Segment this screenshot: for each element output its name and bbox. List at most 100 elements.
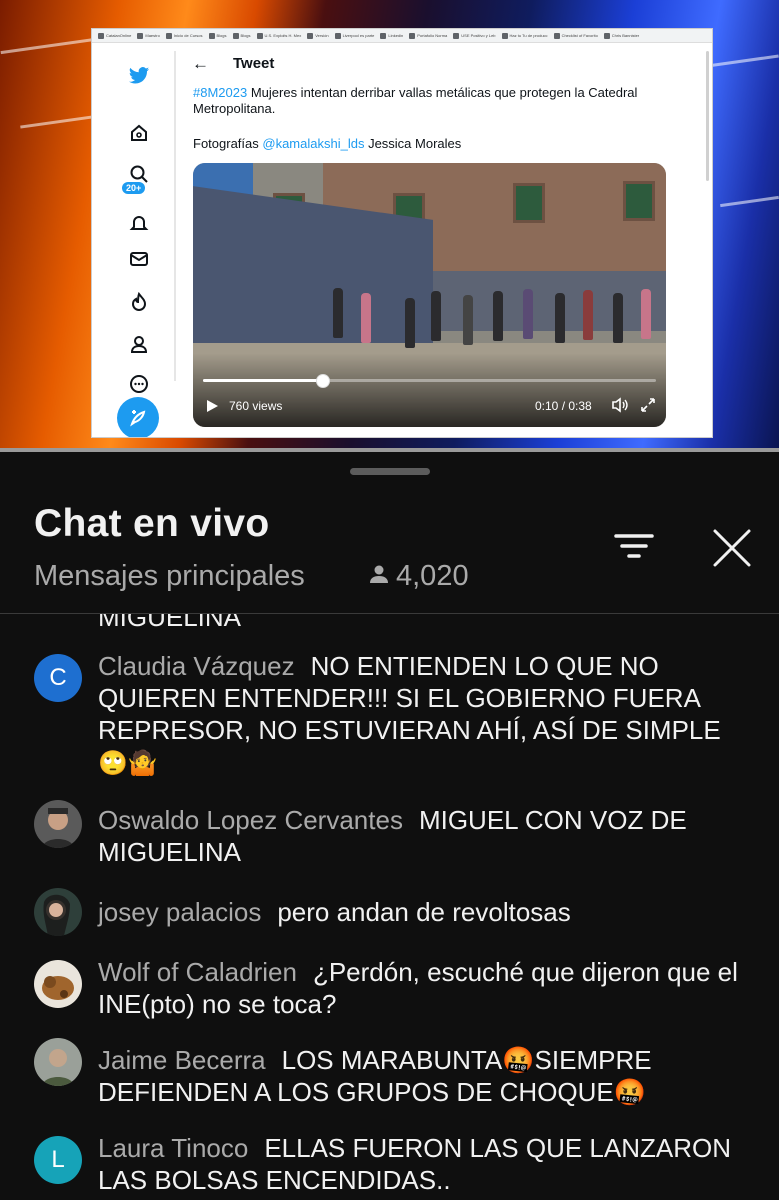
bookmark-favicon-icon	[307, 32, 314, 39]
bookmark-favicon-icon	[380, 32, 387, 39]
video-time: 0:10 / 0:38	[535, 399, 592, 413]
building-window	[623, 181, 655, 221]
back-arrow-icon: ←	[192, 54, 209, 73]
tweet-credit: Fotografías @kamalakshi_lds Jessica Mora…	[193, 136, 461, 151]
building-window	[513, 183, 545, 223]
avatar[interactable]: C	[34, 654, 82, 702]
bookmark-item: Haz tu Tu de producc	[501, 32, 548, 39]
avatar-letter: L	[51, 1146, 65, 1173]
bookmark-item: Blogs	[208, 32, 227, 39]
author-name[interactable]: Oswaldo Lopez Cervantes	[98, 805, 403, 835]
message-body: Wolf of Caladrien ¿Perdón, escuché que di…	[98, 956, 748, 1020]
author-name[interactable]: josey palacios	[98, 897, 261, 927]
message-body: josey palacios pero andan de revoltosas	[98, 896, 748, 928]
avatar[interactable]	[34, 1038, 82, 1086]
background-streak	[720, 195, 779, 208]
protester	[641, 289, 651, 339]
live-chat-panel: Chat en vivo Mensajes principales 4,020 …	[0, 452, 779, 1200]
bookmark-label: Inicio de Cursos	[173, 33, 203, 38]
bookmark-label: Maestro	[145, 33, 160, 38]
play-icon	[205, 399, 219, 418]
bookmark-favicon-icon	[256, 32, 263, 39]
bookmark-favicon-icon	[165, 32, 172, 39]
message-body: Oswaldo Lopez Cervantes MIGUEL CON VOZ DE…	[98, 804, 748, 868]
twitter-logo-icon	[128, 65, 150, 87]
author-name[interactable]: Jaime Becerra	[98, 1045, 266, 1075]
bookmark-item: Chris Bannister	[603, 32, 640, 39]
message-body: Claudia Vázquez NO ENTIENDEN LO QUE NO QU…	[98, 650, 748, 779]
message-body: Laura Tinoco ELLAS FUERON LAS QUE LANZARO…	[98, 1132, 748, 1196]
bookmark-label: Blogs	[240, 33, 251, 38]
bookmarks-bar: CatalanOnline Maestro Inicio de Cursos Blog…	[92, 29, 712, 43]
bookmark-favicon-icon	[409, 32, 416, 39]
bookmark-label: U.S. Exploits H. Mex	[264, 33, 302, 38]
volume-icon	[611, 397, 629, 418]
topics-icon	[128, 291, 150, 313]
chat-mode-selector[interactable]: Mensajes principales	[34, 560, 305, 593]
cut-off-message: MIGUELINA	[98, 614, 242, 632]
close-button[interactable]	[710, 526, 754, 570]
viewer-count-value: 4,020	[396, 560, 469, 592]
author-name[interactable]: Wolf of Caladrien	[98, 957, 297, 987]
compose-tweet-icon	[117, 397, 159, 437]
filter-button[interactable]	[612, 526, 656, 570]
protester	[333, 288, 343, 338]
messages-icon	[128, 248, 150, 270]
avatar[interactable]	[34, 960, 82, 1008]
tweet-header-title: Tweet	[233, 55, 275, 72]
chat-title: Chat en vivo	[34, 502, 270, 545]
avatar[interactable]	[34, 800, 82, 848]
author-name[interactable]: Laura Tinoco	[98, 1133, 248, 1163]
author-name[interactable]: Claudia Vázquez	[98, 651, 295, 681]
tweet-video-progress-fill	[203, 379, 323, 382]
video-player[interactable]: CatalanOnline Maestro Inicio de Cursos Blog…	[0, 0, 779, 452]
view-count: 760 views	[229, 399, 283, 413]
bookmark-label: Chris Bannister	[611, 33, 640, 38]
profile-icon	[128, 333, 150, 355]
protester	[431, 291, 441, 341]
bookmark-favicon-icon	[98, 32, 104, 39]
bookmark-label: Linkedin	[388, 33, 404, 38]
protester	[405, 298, 415, 348]
bookmark-item: Portafolio Norma	[409, 32, 447, 39]
viewer-count: 4,020	[368, 560, 469, 593]
bookmark-item: Liverpool es parte	[334, 32, 375, 39]
bookmark-item: USE Positivo y Leb	[453, 32, 496, 39]
avatar[interactable]: L	[34, 1136, 82, 1184]
bookmark-favicon-icon	[603, 32, 610, 39]
tweet-body: Mujeres intentan derribar vallas metálic…	[193, 85, 638, 116]
avatar-letter: C	[49, 664, 67, 691]
more-icon	[128, 373, 150, 395]
twitter-sidebar	[114, 49, 164, 437]
protester	[583, 290, 593, 340]
drag-handle[interactable]	[350, 468, 430, 475]
chat-message-list[interactable]: MIGUELINA C Claudia Vázquez NO ENTIENDEN …	[0, 614, 779, 1200]
avatar[interactable]	[34, 888, 82, 936]
sidebar-scrollbar	[174, 51, 176, 381]
notification-badge: 20+	[122, 182, 146, 194]
notifications-icon	[128, 212, 150, 234]
filter-icon	[614, 534, 654, 558]
bookmark-item: Blogs	[232, 32, 251, 39]
person-icon	[368, 560, 390, 593]
protester	[493, 291, 503, 341]
tweet-text: #8M2023 Mujeres intentan derribar vallas…	[193, 85, 663, 117]
bookmark-label: USE Positivo y Leb	[461, 33, 496, 38]
protester	[523, 289, 533, 339]
tweet-video: 760 views 0:10 / 0:38	[193, 163, 666, 427]
bookmark-label: Haz tu Tu de producc	[509, 33, 548, 38]
credit-prefix: Fotografías	[193, 136, 263, 151]
bookmark-item: Linkedin	[380, 32, 404, 39]
bookmark-label: CatalanOnline	[106, 33, 132, 38]
tweet-video-progress	[203, 374, 656, 388]
bookmark-label: Checklist of Favorito	[561, 33, 598, 38]
home-icon	[128, 122, 150, 144]
page-scrollbar	[706, 51, 709, 181]
credit-mention: @kamalakshi_lds	[262, 136, 365, 151]
bookmark-label: Liverpool es parte	[342, 33, 375, 38]
bookmark-favicon-icon	[232, 32, 239, 39]
bookmark-item: Checklist of Favorito	[553, 32, 598, 39]
bookmark-favicon-icon	[334, 32, 341, 39]
bookmark-item: Inicio de Cursos	[165, 32, 203, 39]
bookmark-favicon-icon	[501, 32, 508, 39]
